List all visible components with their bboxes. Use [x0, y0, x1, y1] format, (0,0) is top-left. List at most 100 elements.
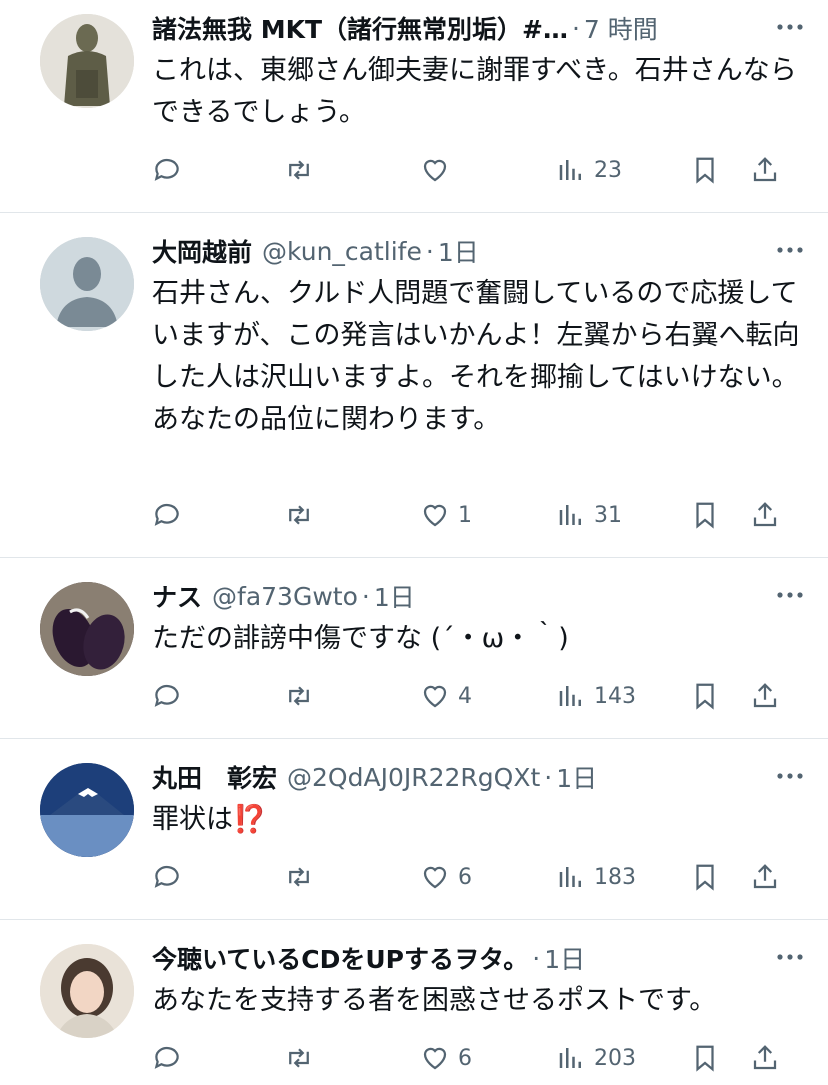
reply-icon	[154, 158, 179, 181]
share-button[interactable]	[750, 676, 780, 716]
bookmark-button[interactable]	[690, 676, 720, 716]
like-count: 1	[458, 502, 472, 528]
author-name[interactable]: 大岡越前	[152, 233, 252, 269]
share-button[interactable]	[750, 857, 780, 897]
author-name[interactable]: ナス	[152, 578, 202, 614]
like-icon	[423, 504, 447, 527]
more-icon[interactable]	[770, 10, 810, 44]
avatar[interactable]	[40, 582, 134, 676]
repost-icon	[289, 505, 309, 525]
separator-dot: ·	[425, 236, 434, 266]
like-button[interactable]: 1	[420, 495, 472, 535]
post-time[interactable]: 1日	[374, 578, 415, 614]
action-bar: 6 183	[152, 857, 788, 897]
author-handle[interactable]: @fa73Gwto	[212, 582, 358, 611]
views-button[interactable]: 203	[556, 1038, 636, 1078]
like-icon	[423, 1047, 447, 1070]
views-button[interactable]: 23	[556, 150, 622, 190]
post-header: 大岡越前 @kun_catlife · 1日	[152, 231, 810, 271]
author-name[interactable]: 丸田 彰宏	[152, 759, 277, 795]
share-button[interactable]	[750, 495, 780, 535]
separator-dot: ·	[361, 581, 370, 611]
post[interactable]: 今聴いているCDをUPするヲタ。 · 1日 あなたを支持する者を困惑させるポスト…	[0, 920, 828, 1085]
like-button[interactable]: 4	[420, 676, 472, 716]
view-count: 23	[594, 157, 622, 183]
like-button[interactable]	[420, 150, 458, 190]
views-icon	[559, 505, 581, 525]
like-icon	[423, 685, 447, 708]
more-icon[interactable]	[770, 940, 810, 974]
bookmark-button[interactable]	[690, 495, 720, 535]
repost-button[interactable]	[284, 857, 322, 897]
post-time[interactable]: 1日	[544, 940, 585, 976]
author-name[interactable]: 諸法無我 MKT（諸行無常別垢）#…	[152, 10, 568, 46]
repost-button[interactable]	[284, 495, 322, 535]
reply-button[interactable]	[152, 857, 190, 897]
views-icon	[559, 867, 581, 887]
reply-icon	[154, 1046, 179, 1069]
bookmark-icon	[696, 864, 714, 891]
author-handle[interactable]: @kun_catlife	[262, 237, 422, 266]
separator-dot: ·	[544, 762, 553, 792]
view-count: 143	[594, 683, 636, 709]
repost-icon	[289, 686, 309, 706]
avatar[interactable]	[40, 14, 134, 108]
action-bar: 23	[152, 150, 788, 190]
share-icon	[753, 683, 777, 708]
reply-button[interactable]	[152, 495, 190, 535]
repost-button[interactable]	[284, 150, 322, 190]
post-text: ただの誹謗中傷ですな (´・ω・｀)	[152, 623, 569, 654]
repost-button[interactable]	[284, 676, 322, 716]
post-time[interactable]: 7 時間	[584, 10, 658, 46]
reply-button[interactable]	[152, 150, 190, 190]
reply-feed: 諸法無我 MKT（諸行無常別垢）#… · 7 時間 これは、東郷さん御夫妻に謝罪…	[0, 0, 828, 1085]
reply-button[interactable]	[152, 1038, 190, 1078]
interrobang-emoji: ⁉️	[233, 804, 267, 835]
share-icon	[753, 502, 777, 527]
share-button[interactable]	[750, 1038, 780, 1078]
like-count: 6	[458, 864, 472, 890]
avatar[interactable]	[40, 944, 134, 1038]
share-button[interactable]	[750, 150, 780, 190]
more-icon[interactable]	[770, 759, 810, 793]
post-text: 石井さん、クルド人問題で奮闘しているので応援していますが、この発言はいかんよ！左…	[152, 278, 800, 435]
views-button[interactable]: 183	[556, 857, 636, 897]
author-name[interactable]: 今聴いているCDをUPするヲタ。	[152, 940, 528, 976]
repost-button[interactable]	[284, 1038, 322, 1078]
views-button[interactable]: 143	[556, 676, 636, 716]
post[interactable]: 諸法無我 MKT（諸行無常別垢）#… · 7 時間 これは、東郷さん御夫妻に謝罪…	[0, 0, 828, 213]
post[interactable]: 大岡越前 @kun_catlife · 1日 石井さん、クルド人問題で奮闘してい…	[0, 213, 828, 558]
post[interactable]: 丸田 彰宏 @2QdAJ0JR22RgQXt · 1日 罪状は⁉️ 6 183	[0, 739, 828, 920]
post-header: 諸法無我 MKT（諸行無常別垢）#… · 7 時間	[152, 8, 810, 48]
like-icon	[423, 159, 447, 182]
share-icon	[753, 1045, 777, 1070]
post-time[interactable]: 1日	[438, 233, 479, 269]
bookmark-icon	[696, 502, 714, 529]
post[interactable]: ナス @fa73Gwto · 1日 ただの誹謗中傷ですな (´・ω・｀) 4 1…	[0, 558, 828, 739]
like-count: 4	[458, 683, 472, 709]
views-button[interactable]: 31	[556, 495, 622, 535]
reply-icon	[154, 503, 179, 526]
bookmark-button[interactable]	[690, 1038, 720, 1078]
post-text-body: 罪状は	[152, 804, 233, 835]
post-header: 今聴いているCDをUPするヲタ。 · 1日	[152, 938, 810, 978]
view-count: 203	[594, 1045, 636, 1071]
like-button[interactable]: 6	[420, 1038, 472, 1078]
bookmark-button[interactable]	[690, 857, 720, 897]
bookmark-button[interactable]	[690, 150, 720, 190]
bookmark-icon	[696, 683, 714, 710]
avatar[interactable]	[40, 237, 134, 331]
views-icon	[559, 686, 581, 706]
more-icon[interactable]	[770, 233, 810, 267]
repost-icon	[289, 867, 309, 887]
repost-icon	[289, 1048, 309, 1068]
reply-button[interactable]	[152, 676, 190, 716]
post-header: 丸田 彰宏 @2QdAJ0JR22RgQXt · 1日	[152, 757, 810, 797]
more-icon[interactable]	[770, 578, 810, 612]
post-time[interactable]: 1日	[556, 759, 597, 795]
like-button[interactable]: 6	[420, 857, 472, 897]
share-icon	[753, 864, 777, 889]
author-handle[interactable]: @2QdAJ0JR22RgQXt	[287, 763, 540, 792]
avatar[interactable]	[40, 763, 134, 857]
views-icon	[559, 160, 581, 180]
